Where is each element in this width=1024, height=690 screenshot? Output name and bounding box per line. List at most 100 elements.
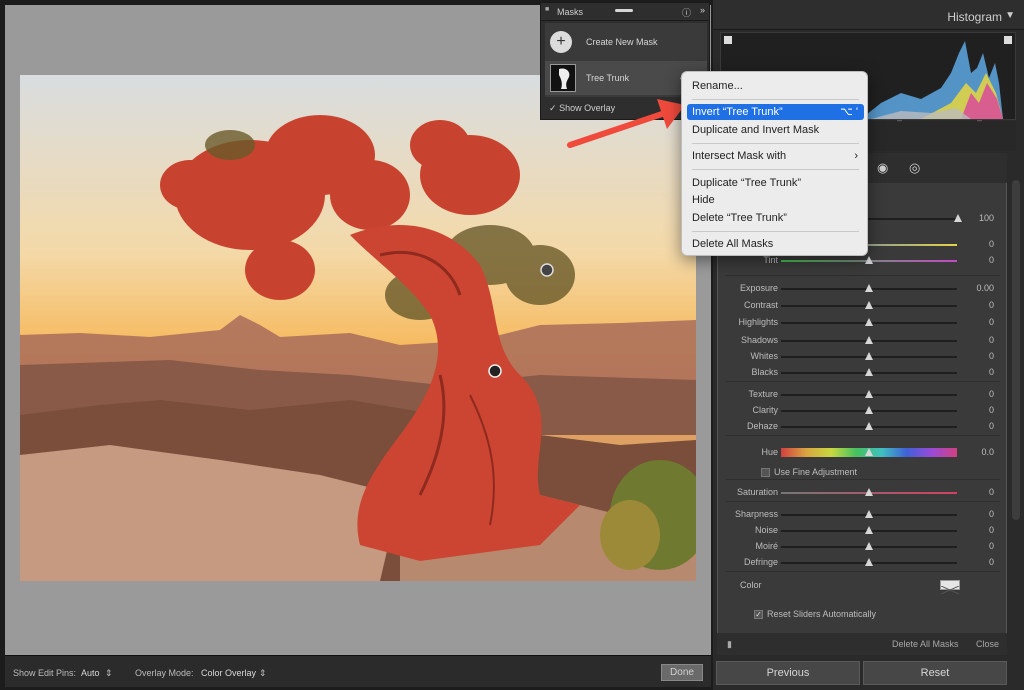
trash-icon[interactable]: ▮ [727,639,732,650]
slider-label: Clarity [752,405,778,415]
slider-value[interactable]: 0 [989,541,994,551]
slider-label: Noise [754,525,778,535]
drag-handle-icon[interactable] [615,9,633,12]
slider-thumb[interactable] [865,422,873,430]
chevron-updown-icon: ⇕ [105,668,113,678]
help-icon[interactable]: ⓘ [682,6,691,19]
slider-highlights[interactable]: Highlights 0 [718,315,1008,331]
slider-thumb[interactable] [865,526,873,534]
slider-value[interactable]: 0 [989,487,994,497]
slider-value[interactable]: 0 [989,421,994,431]
close-button[interactable]: Close [976,639,999,649]
slider-thumb[interactable] [865,510,873,518]
show-edit-pins-select[interactable]: Auto [81,668,100,678]
menu-item-invert[interactable]: Invert “Tree Trunk” ⌥ ' [687,104,864,120]
slider-exposure[interactable]: Exposure 0.00 [718,281,1008,297]
clipping-shadow-icon [724,36,732,44]
slider-contrast[interactable]: Contrast 0 [718,298,1008,314]
slider-saturation[interactable]: Saturation 0 [718,485,1008,501]
delete-all-masks-button[interactable]: Delete All Masks [892,639,959,649]
done-button[interactable]: Done [661,664,703,681]
reset-button[interactable]: Reset [863,661,1007,685]
menu-item-hide[interactable]: Hide [687,192,864,208]
slider-thumb[interactable] [865,301,873,309]
slider-shadows[interactable]: Shadows 0 [718,333,1008,349]
slider-thumb[interactable] [865,256,873,264]
slider-clarity[interactable]: Clarity 0 [718,403,1008,419]
scrollbar[interactable] [1012,180,1020,520]
checkmark-icon[interactable]: ✓ [754,610,763,620]
slider-value[interactable]: 0 [989,300,994,310]
slider-defringe[interactable]: Defringe 0 [718,555,1008,571]
slider-blacks[interactable]: Blacks 0 [718,365,1008,381]
slider-label: Exposure [739,283,778,293]
slider-value[interactable]: 0 [989,335,994,345]
menu-item-duplicate-invert[interactable]: Duplicate and Invert Mask [687,122,864,138]
chevron-updown-icon: ⇕ [259,668,267,678]
photo-with-mask-overlay[interactable] [20,75,696,581]
reset-sliders-checkbox[interactable]: ✓ Reset Sliders Automatically [754,609,876,620]
radial-gradient-icon[interactable]: ◎ [909,160,920,176]
slider-value[interactable]: 0.0 [981,447,994,457]
slider-value[interactable]: 0 [989,389,994,399]
checkmark-icon[interactable]: ✓ [549,103,557,113]
slider-thumb[interactable] [865,448,873,456]
slider-value[interactable]: 0 [989,405,994,415]
slider-value[interactable]: 0 [989,525,994,535]
slider-value[interactable]: 0 [989,557,994,567]
slider-thumb[interactable] [865,318,873,326]
clipping-highlight-icon [1004,36,1012,44]
slider-value[interactable]: 0 [989,367,994,377]
slider-thumb[interactable] [865,406,873,414]
slider-thumb[interactable] [865,352,873,360]
slider-sharpness[interactable]: Sharpness 0 [718,507,1008,523]
use-fine-adjustment-checkbox[interactable]: Use Fine Adjustment [761,467,857,478]
slider-thumb[interactable] [954,214,962,222]
slider-label: Blacks [751,367,778,377]
slider-thumb[interactable] [865,368,873,376]
eye-icon[interactable]: ◉ [877,160,888,176]
collapse-triangle-icon[interactable]: ▼ [1005,10,1015,21]
mask-context-menu: Rename... Invert “Tree Trunk” ⌥ ' Duplica… [681,71,868,256]
menu-item-delete-all[interactable]: Delete All Masks [687,236,864,252]
double-chevron-icon[interactable]: » [700,5,705,15]
plus-icon[interactable]: + [550,31,572,53]
slider-thumb[interactable] [865,390,873,398]
create-new-mask-button[interactable]: + Create New Mask [545,25,707,59]
slider-value[interactable]: 0 [989,317,994,327]
slider-thumb[interactable] [865,284,873,292]
slider-hue[interactable]: Hue 0.0 [718,445,1008,461]
slider-moir[interactable]: Moiré 0 [718,539,1008,555]
checkbox-icon[interactable] [761,468,770,478]
menu-item-delete[interactable]: Delete “Tree Trunk” [687,210,864,226]
slider-noise[interactable]: Noise 0 [718,523,1008,539]
slider-value[interactable]: 0 [989,255,994,265]
amount-value[interactable]: 100 [979,213,994,223]
slider-thumb[interactable] [865,336,873,344]
menu-item-label: Intersect Mask with [692,150,787,162]
shortcut-label: ⌥ ' [840,106,858,118]
temp-value[interactable]: 0 [989,239,994,249]
slider-thumb[interactable] [865,488,873,496]
slider-whites[interactable]: Whites 0 [718,349,1008,365]
panel-grip-icon[interactable]: ■ [545,6,549,13]
section-divider [726,479,1000,480]
menu-item-intersect[interactable]: Intersect Mask with › [687,148,864,164]
slider-thumb[interactable] [865,542,873,550]
slider-label: Sharpness [734,509,778,519]
slider-value[interactable]: 0.00 [976,283,994,293]
previous-button[interactable]: Previous [716,661,860,685]
histogram-info-dash: – [977,115,983,125]
menu-item-duplicate[interactable]: Duplicate “Tree Trunk” [687,175,864,191]
histogram-header[interactable]: Histogram ▼ [713,0,1024,30]
slider-value[interactable]: 0 [989,351,994,361]
masks-title: Masks [557,7,584,17]
overlay-mode-select[interactable]: Color Overlay [201,668,256,678]
color-swatch[interactable] [940,580,960,595]
mask-thumbnail [550,64,576,92]
slider-dehaze[interactable]: Dehaze 0 [718,419,1008,435]
slider-texture[interactable]: Texture 0 [718,387,1008,403]
slider-thumb[interactable] [865,558,873,566]
menu-item-rename[interactable]: Rename... [687,78,864,94]
slider-value[interactable]: 0 [989,509,994,519]
